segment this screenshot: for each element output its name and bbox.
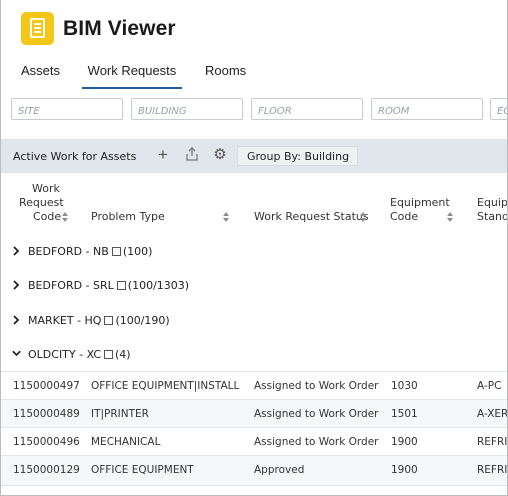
group-checkbox[interactable] [111, 247, 121, 256]
building-filter-input[interactable] [131, 98, 243, 120]
group-name: BEDFORD - NB [28, 245, 109, 258]
app-window: BIM Viewer Assets Work Requests Rooms Ac… [0, 0, 508, 496]
equipment-standard: REFRIG [477, 436, 508, 448]
problem-type: MECHANICAL [91, 436, 161, 448]
table-bottom-divider [1, 485, 507, 486]
group-row-market-hq[interactable]: MARKET - HQ (100/190) [1, 305, 507, 337]
group-count: (100/1303) [127, 279, 190, 292]
group-count: (100) [122, 245, 153, 258]
group-name: MARKET - HQ [28, 314, 102, 327]
work-request-code: 1150000496 [13, 436, 80, 448]
tab-work-requests[interactable]: Work Requests [82, 63, 182, 89]
equipment-standard: A-PC [477, 380, 502, 392]
group-by-button[interactable]: Group By: Building [237, 146, 359, 166]
problem-type: IT|PRINTER [91, 408, 149, 420]
plus-icon[interactable]: + [155, 146, 171, 163]
table-row[interactable]: 1150000496 MECHANICAL Assigned to Work O… [1, 427, 508, 455]
chevron-right-icon[interactable] [12, 314, 20, 326]
group-name: OLDCITY - XC [28, 348, 101, 361]
grid-title: Active Work for Assets [13, 150, 137, 163]
group-row-bedford-nb[interactable]: BEDFORD - NB (100) [1, 236, 507, 268]
tab-assets[interactable]: Assets [21, 63, 60, 89]
equipment-standard: REFRIG [477, 464, 508, 476]
site-filter-input[interactable] [11, 98, 123, 120]
room-filter-input[interactable] [371, 98, 483, 120]
work-request-status: Approved [254, 464, 305, 476]
document-icon [30, 18, 45, 38]
work-request-status: Assigned to Work Order [254, 380, 379, 392]
group-row-oldcity-xc[interactable]: OLDCITY - XC (4) [1, 339, 507, 371]
sort-icon[interactable] [447, 212, 453, 222]
app-header: BIM Viewer [1, 0, 507, 56]
equipment-code: 1900 [391, 464, 418, 476]
tab-rooms[interactable]: Rooms [205, 63, 249, 89]
equipment-code: 1030 [391, 380, 418, 392]
chevron-right-icon[interactable] [12, 245, 20, 257]
grid-toolbar: Active Work for Assets + ⚙ Group By: Bui… [1, 139, 507, 173]
equipment-filter-input[interactable] [490, 98, 507, 120]
group-count: (100/190) [115, 314, 170, 327]
chevron-right-icon[interactable] [12, 279, 20, 291]
work-request-status: Assigned to Work Order [254, 408, 379, 420]
filter-bar [1, 98, 507, 122]
floor-filter-input[interactable] [251, 98, 363, 120]
export-icon[interactable] [184, 147, 200, 163]
chevron-down-icon[interactable] [11, 348, 22, 360]
group-checkbox[interactable] [116, 281, 126, 290]
group-count: (4) [115, 348, 131, 361]
table-row[interactable]: 1150000129 OFFICE EQUIPMENT Approved 190… [1, 455, 508, 485]
work-request-code: 1150000489 [13, 408, 80, 420]
app-logo-icon [21, 12, 54, 45]
sort-icon[interactable] [360, 212, 366, 222]
group-row-bedford-srl[interactable]: BEDFORD - SRL (100/1303) [1, 270, 507, 302]
work-request-code: 1150000497 [13, 380, 80, 392]
sort-icon[interactable] [223, 212, 229, 222]
group-checkbox[interactable] [104, 350, 113, 359]
group-checkbox[interactable] [104, 316, 114, 325]
problem-type: OFFICE EQUIPMENT|INSTALL [91, 380, 240, 392]
equipment-code: 1501 [391, 408, 418, 420]
equipment-code: 1900 [391, 436, 418, 448]
sort-icon[interactable] [62, 212, 68, 222]
equipment-standard: A-XEROX [477, 408, 508, 420]
table-row[interactable]: 1150000497 OFFICE EQUIPMENT|INSTALL Assi… [1, 371, 507, 399]
work-request-code: 1150000129 [13, 464, 80, 476]
gear-icon[interactable]: ⚙ [212, 147, 228, 163]
table-row[interactable]: 1150000489 IT|PRINTER Assigned to Work O… [1, 399, 508, 427]
group-name: BEDFORD - SRL [28, 279, 114, 292]
app-title: BIM Viewer [63, 17, 176, 40]
tab-bar: Assets Work Requests Rooms [1, 60, 507, 90]
work-request-status: Assigned to Work Order [254, 436, 379, 448]
problem-type: OFFICE EQUIPMENT [91, 464, 194, 476]
